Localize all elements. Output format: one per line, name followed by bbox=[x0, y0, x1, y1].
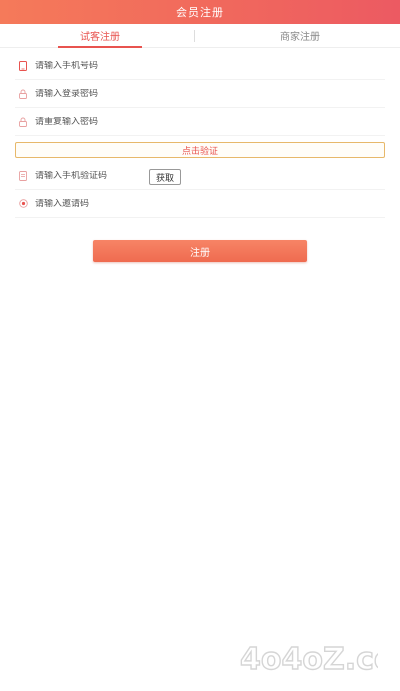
get-code-button[interactable]: 获取 bbox=[149, 169, 182, 185]
invite-code-input[interactable] bbox=[35, 198, 145, 209]
verify-label: 点击验证 bbox=[181, 146, 218, 157]
register-label: 注册 bbox=[190, 247, 210, 259]
invite-code-row bbox=[15, 190, 385, 218]
watermark-text: 4o4oZ.com bbox=[240, 642, 378, 677]
phone-input[interactable] bbox=[35, 60, 145, 71]
lock-icon bbox=[15, 89, 35, 99]
click-verify-button[interactable]: 点击验证 bbox=[15, 142, 385, 158]
register-form: 点击验证 获取 注册 bbox=[0, 52, 400, 262]
repeat-password-row bbox=[15, 108, 385, 136]
register-button[interactable]: 注册 bbox=[93, 240, 307, 262]
invite-icon bbox=[15, 199, 35, 208]
tab-bar: 试客注册 商家注册 bbox=[0, 24, 400, 48]
page-title: 会员注册 bbox=[176, 6, 224, 19]
tab-label: 试客注册 bbox=[80, 32, 120, 43]
tab-divider bbox=[194, 30, 195, 42]
watermark-logo: 4o4oZ.com bbox=[239, 641, 378, 677]
phone-row bbox=[15, 52, 385, 80]
lock-icon bbox=[15, 117, 35, 127]
sms-code-row: 获取 bbox=[15, 162, 385, 190]
sms-code-input[interactable] bbox=[35, 170, 145, 181]
password-input[interactable] bbox=[35, 88, 145, 99]
message-icon bbox=[15, 170, 35, 181]
tab-tester-register[interactable]: 试客注册 bbox=[0, 24, 200, 48]
tab-merchant-register[interactable]: 商家注册 bbox=[200, 24, 400, 47]
get-code-label: 获取 bbox=[156, 173, 175, 184]
password-row bbox=[15, 80, 385, 108]
tab-label: 商家注册 bbox=[280, 32, 320, 43]
header-bar: 会员注册 bbox=[0, 0, 400, 24]
phone-icon bbox=[15, 60, 35, 71]
repeat-password-input[interactable] bbox=[35, 116, 145, 127]
